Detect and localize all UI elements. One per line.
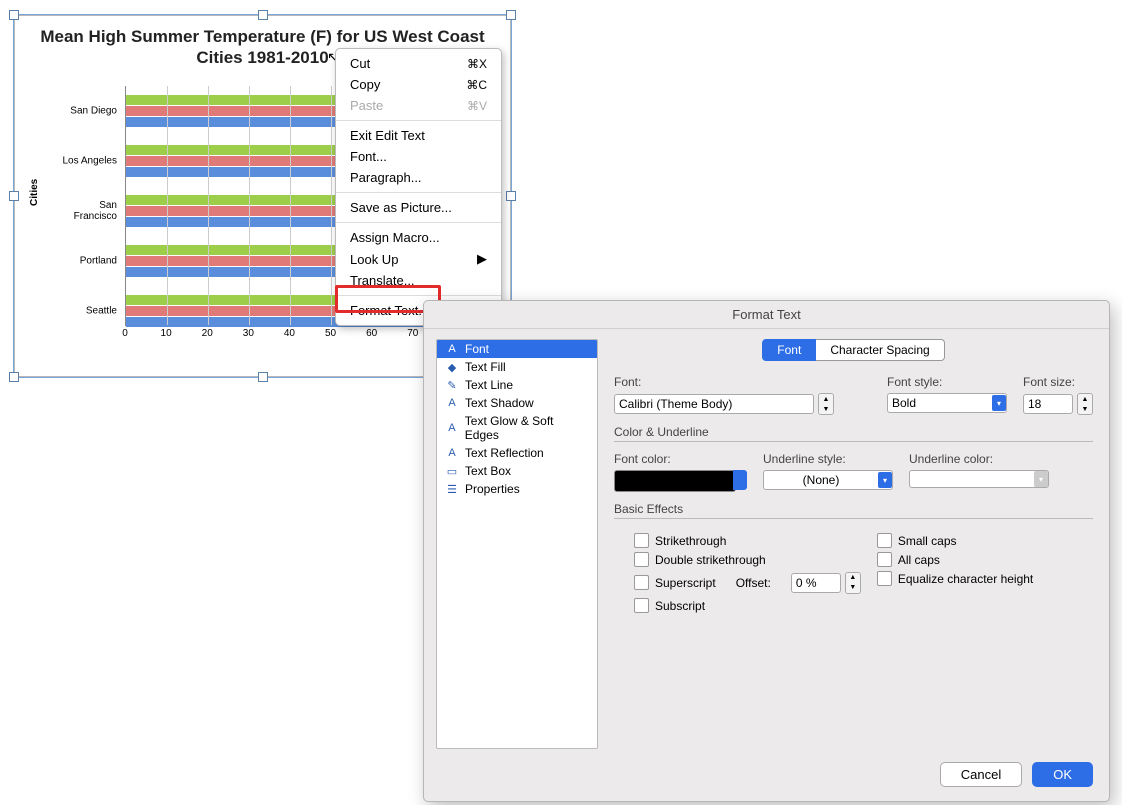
section-basic-effects: Basic Effects xyxy=(614,502,1093,519)
sidebar-item[interactable]: AText Reflection xyxy=(437,444,597,462)
menu-item[interactable]: Copy⌘C xyxy=(336,74,501,95)
menu-item: Paste⌘V xyxy=(336,95,501,116)
label-offset: Offset: xyxy=(736,576,771,590)
category-label: San Francisco xyxy=(55,200,117,222)
size-stepper[interactable]: ▲▼ xyxy=(1077,393,1093,415)
label-font-size: Font size: xyxy=(1023,375,1093,389)
ok-button[interactable]: OK xyxy=(1032,762,1093,787)
cancel-button[interactable]: Cancel xyxy=(940,762,1022,787)
menu-item[interactable]: Paragraph... xyxy=(336,167,501,188)
x-tick: 30 xyxy=(243,328,254,339)
sidebar-item[interactable]: AText Glow & Soft Edges xyxy=(437,412,597,444)
underline-color-select[interactable]: ▾ xyxy=(909,470,1049,488)
font-size-input[interactable] xyxy=(1023,394,1073,414)
menu-item[interactable]: Look Up▶ xyxy=(336,248,501,270)
label-font-style: Font style: xyxy=(887,375,1007,389)
font-color-dropdown[interactable] xyxy=(733,470,747,490)
underline-style-select[interactable]: (None)▾ xyxy=(763,470,893,490)
label-font: Font: xyxy=(614,375,871,389)
category-label: Los Angeles xyxy=(63,156,118,167)
tab-font[interactable]: Font xyxy=(762,339,816,361)
x-tick: 50 xyxy=(325,328,336,339)
offset-input[interactable] xyxy=(791,573,841,593)
y-axis-label: Cities xyxy=(29,179,40,206)
font-style-select[interactable]: Bold▾ xyxy=(887,393,1007,413)
menu-item[interactable]: Cut⌘X xyxy=(336,53,501,74)
menu-item[interactable]: Assign Macro... xyxy=(336,227,501,248)
x-tick: 70 xyxy=(407,328,418,339)
x-tick: 10 xyxy=(161,328,172,339)
checkbox-equalize-height[interactable]: Equalize character height xyxy=(877,571,1093,586)
section-color-underline: Color & Underline xyxy=(614,425,1093,442)
checkbox-all-caps[interactable]: All caps xyxy=(877,552,1093,567)
checkbox-strikethrough[interactable]: Strikethrough xyxy=(634,533,861,548)
menu-item[interactable]: Save as Picture... xyxy=(336,197,501,218)
offset-stepper[interactable]: ▲▼ xyxy=(845,572,861,594)
sidebar-item[interactable]: AFont xyxy=(437,340,597,358)
x-tick: 0 xyxy=(122,328,128,339)
label-underline-style: Underline style: xyxy=(763,452,893,466)
dialog-sidebar: AFont◆Text Fill✎Text LineAText ShadowATe… xyxy=(436,339,598,749)
font-color-button[interactable] xyxy=(614,470,736,492)
label-font-color: Font color: xyxy=(614,452,747,466)
menu-item[interactable]: Exit Edit Text xyxy=(336,125,501,146)
checkbox-subscript[interactable]: Subscript xyxy=(634,598,861,613)
x-tick: 60 xyxy=(366,328,377,339)
checkbox-double-strikethrough[interactable]: Double strikethrough xyxy=(634,552,861,567)
checkbox-superscript[interactable]: Superscript xyxy=(634,575,716,590)
sidebar-item[interactable]: ☰Properties xyxy=(437,480,597,498)
sidebar-item[interactable]: ◆Text Fill xyxy=(437,358,597,376)
tab-character-spacing[interactable]: Character Spacing xyxy=(816,339,944,361)
format-text-dialog: Format Text AFont◆Text Fill✎Text LineATe… xyxy=(423,300,1110,802)
category-label: Portland xyxy=(80,256,117,267)
x-tick: 20 xyxy=(202,328,213,339)
font-input[interactable] xyxy=(614,394,814,414)
menu-item[interactable]: Font... xyxy=(336,146,501,167)
category-label: Seattle xyxy=(86,306,117,317)
category-label: San Diego xyxy=(70,106,117,117)
sidebar-item[interactable]: ▭Text Box xyxy=(437,462,597,480)
sidebar-item[interactable]: ✎Text Line xyxy=(437,376,597,394)
x-tick: 40 xyxy=(284,328,295,339)
checkbox-small-caps[interactable]: Small caps xyxy=(877,533,1093,548)
dialog-tabs: Font Character Spacing xyxy=(614,339,1093,361)
sidebar-item[interactable]: AText Shadow xyxy=(437,394,597,412)
label-underline-color: Underline color: xyxy=(909,452,1049,466)
dialog-title: Format Text xyxy=(424,301,1109,329)
font-stepper[interactable]: ▲▼ xyxy=(818,393,834,415)
